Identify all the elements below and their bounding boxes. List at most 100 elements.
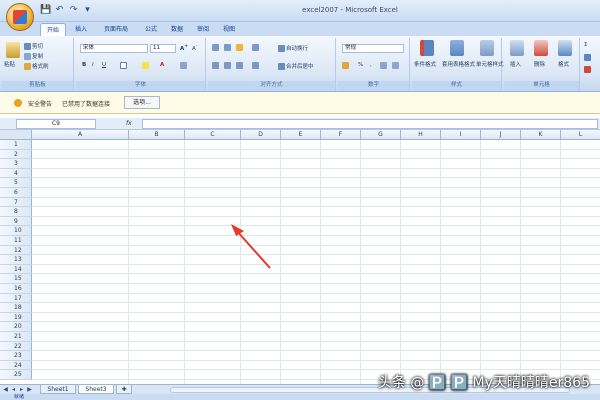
- orientation-icon: [236, 44, 243, 51]
- tab-insert[interactable]: 插入: [70, 23, 92, 36]
- cell-style-icon: [480, 40, 494, 56]
- bold-button[interactable]: B: [82, 62, 86, 68]
- window-title: excel2007 - Microsoft Excel: [302, 6, 398, 14]
- number-format-select[interactable]: 常规: [342, 44, 404, 53]
- alignment-group: 自动换行 合并后居中 对齐方式: [208, 38, 336, 90]
- sheet-tab-sheet1[interactable]: Sheet1: [40, 385, 76, 394]
- clear-button[interactable]: [584, 66, 592, 73]
- cell-styles-button[interactable]: 单元格样式: [476, 60, 504, 68]
- formula-input[interactable]: [142, 119, 598, 129]
- format-as-table-button[interactable]: 套用表格格式: [442, 60, 475, 68]
- fill-color-button[interactable]: [142, 62, 150, 69]
- tab-home[interactable]: 开始: [40, 23, 66, 36]
- comma-button[interactable]: ,: [370, 62, 372, 68]
- formula-bar: C9 fx: [0, 118, 600, 130]
- conditional-format-button[interactable]: 条件格式: [414, 60, 436, 68]
- quick-access-toolbar: 💾 ↶ ↷ ▾: [40, 5, 93, 16]
- undo-icon[interactable]: ↶: [54, 5, 65, 16]
- sheet-tab-sheet3[interactable]: Sheet3: [78, 385, 114, 394]
- phonetic-button[interactable]: [180, 62, 188, 69]
- font-name-select[interactable]: 宋体: [80, 44, 148, 53]
- shrink-font-button[interactable]: A-: [192, 44, 197, 52]
- merge-center-button[interactable]: 合并后居中: [278, 62, 314, 70]
- wrap-text-button[interactable]: 自动换行: [278, 44, 308, 52]
- align-left-button[interactable]: [212, 62, 220, 69]
- prev-sheet-icon[interactable]: ◂: [10, 386, 17, 394]
- save-icon[interactable]: 💾: [40, 5, 51, 16]
- first-sheet-icon[interactable]: ◀: [2, 386, 9, 394]
- top-align-button[interactable]: [212, 44, 220, 51]
- customize-qat-icon[interactable]: ▾: [82, 5, 93, 16]
- tab-data[interactable]: 数据: [166, 23, 188, 36]
- font-group: 宋体 11 A+ A- B I U A 字体: [76, 38, 206, 90]
- table-format-icon: [450, 40, 464, 56]
- border-button[interactable]: [120, 62, 128, 69]
- decrease-decimal-icon: [392, 62, 399, 69]
- currency-button[interactable]: [342, 62, 350, 69]
- insert-function-area: fx: [102, 119, 142, 129]
- font-color-button[interactable]: A: [160, 62, 164, 68]
- paste-button[interactable]: 粘贴: [4, 60, 15, 68]
- styles-group-label: 样式: [412, 81, 501, 90]
- watermark: 头条 @ 🅿️ 🅿️ My天晴晴晴er865: [377, 375, 590, 391]
- align-right-button[interactable]: [236, 62, 244, 69]
- format-painter-label: 格式刷: [32, 64, 49, 70]
- security-bar: 安全警告 已禁用了数据连接 选项...: [0, 92, 600, 114]
- font-group-label: 字体: [76, 81, 205, 90]
- worksheet-grid[interactable]: A B C D E F G H I J K L 1 2 3 4 5 6 7 8 9 10 11 12 13 14 15 16 17 18 1…: [0, 130, 600, 384]
- security-warning-label: 安全警告: [28, 101, 53, 108]
- shield-icon: [14, 99, 22, 107]
- last-sheet-icon[interactable]: ▶: [26, 386, 33, 394]
- copy-icon: [24, 53, 31, 60]
- align-bottom-icon: [252, 44, 259, 51]
- office-button[interactable]: [6, 3, 34, 31]
- currency-icon: [342, 62, 349, 69]
- bottom-align-button[interactable]: [252, 44, 260, 51]
- grow-font-button[interactable]: A+: [180, 44, 188, 52]
- insert-button[interactable]: 插入: [510, 60, 521, 68]
- tab-page-layout[interactable]: 页面布局: [96, 23, 136, 36]
- next-sheet-icon[interactable]: ▸: [18, 386, 25, 394]
- number-group: 常规 % , 数字: [338, 38, 410, 90]
- italic-button[interactable]: I: [92, 62, 94, 68]
- middle-align-button[interactable]: [224, 44, 232, 51]
- tab-formulas[interactable]: 公式: [140, 23, 162, 36]
- name-box[interactable]: C9: [16, 119, 96, 129]
- fill-color-icon: [142, 62, 149, 69]
- insert-cells-icon: [510, 40, 524, 56]
- cut-button[interactable]: 剪切: [24, 42, 43, 50]
- insert-function-button[interactable]: fx: [126, 119, 132, 129]
- cells-group-label: 单元格: [504, 81, 579, 90]
- align-center-button[interactable]: [224, 62, 232, 69]
- increase-decimal-button[interactable]: [380, 62, 388, 69]
- ribbon: 粘贴 剪切 复制 格式刷 剪贴板 宋体 11 A+ A- B I U A 字体 …: [0, 36, 600, 92]
- tab-review[interactable]: 审阅: [192, 23, 214, 36]
- fill-button[interactable]: [584, 54, 592, 61]
- format-cells-icon: [558, 40, 572, 56]
- redo-icon[interactable]: ↷: [68, 5, 79, 16]
- indent-button[interactable]: [252, 62, 260, 69]
- decrease-decimal-button[interactable]: [392, 62, 400, 69]
- format-button[interactable]: 格式: [558, 60, 569, 68]
- styles-group: 条件格式 套用表格格式 单元格样式 样式: [412, 38, 504, 90]
- security-options-button[interactable]: 选项...: [124, 96, 160, 109]
- copy-button[interactable]: 复制: [24, 52, 43, 60]
- percent-button[interactable]: %: [358, 62, 363, 68]
- align-middle-icon: [224, 44, 231, 51]
- tab-view[interactable]: 视图: [218, 23, 240, 36]
- annotation-arrow: [231, 224, 271, 269]
- orientation-button[interactable]: [236, 44, 244, 51]
- cells-group: 插入 删除 格式 单元格: [504, 38, 580, 90]
- eraser-icon: [584, 66, 591, 73]
- sum-button[interactable]: Σ: [584, 42, 587, 48]
- insert-sheet-button[interactable]: ✚: [116, 385, 132, 394]
- wrap-icon: [278, 45, 285, 52]
- format-painter-button[interactable]: 格式刷: [24, 62, 49, 70]
- copy-label: 复制: [32, 54, 44, 60]
- font-size-select[interactable]: 11: [150, 44, 176, 53]
- delete-button[interactable]: 删除: [534, 60, 545, 68]
- brush-icon: [24, 63, 31, 70]
- clipboard-group-label: 剪贴板: [2, 81, 73, 90]
- underline-button[interactable]: U: [102, 62, 106, 68]
- clipboard-group: 粘贴 剪切 复制 格式刷 剪贴板: [2, 38, 74, 90]
